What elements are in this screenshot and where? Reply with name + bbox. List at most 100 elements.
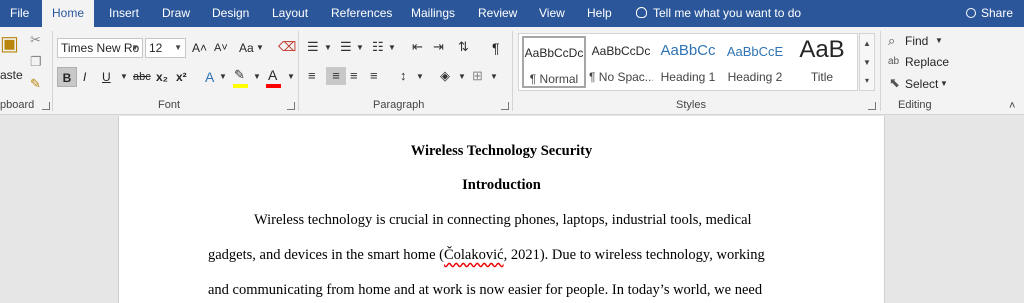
chevron-down-icon[interactable]: ▼ — [388, 39, 396, 57]
paragraph-launcher-icon[interactable] — [501, 102, 509, 110]
bullets-icon[interactable]: ☰ — [307, 38, 319, 56]
style-sample: AaB — [799, 36, 845, 63]
subscript-button[interactable]: x₂ — [156, 67, 168, 87]
chevron-down-icon[interactable]: ▼ — [256, 39, 264, 57]
tab-design[interactable]: Design — [202, 0, 259, 27]
styles-gallery: AaBbCcDc ¶ Normal AaBbCcDc ¶ No Spac... … — [518, 33, 858, 91]
misspelled-word[interactable]: Čolaković — [444, 247, 504, 263]
chevron-down-icon[interactable]: ▼ — [287, 68, 295, 86]
tab-help[interactable]: Help — [577, 0, 622, 27]
style-normal[interactable]: AaBbCcDc ¶ Normal — [522, 36, 586, 88]
chevron-down-icon[interactable]: ▼ — [219, 68, 227, 86]
chevron-down-icon[interactable]: ▼ — [860, 53, 874, 72]
style-heading-1[interactable]: AaBbCc Heading 1 — [656, 36, 720, 88]
superscript-button[interactable]: x² — [176, 67, 187, 87]
styles-gallery-scroll[interactable]: ▲ ▼ ▾ — [859, 33, 875, 91]
person-icon — [966, 8, 976, 18]
replace-button[interactable]: Replace — [905, 52, 949, 72]
underline-button[interactable]: U — [102, 67, 111, 87]
style-heading-2[interactable]: AaBbCcE Heading 2 — [723, 36, 787, 88]
increase-indent-icon[interactable]: ⇥ — [433, 38, 444, 56]
select-button[interactable]: Select — [905, 74, 938, 94]
align-left-icon[interactable]: ≡ — [308, 67, 316, 85]
show-formatting-button[interactable]: ¶ — [492, 38, 500, 58]
line-spacing-icon[interactable]: ↕ — [400, 67, 407, 85]
tab-review[interactable]: Review — [468, 0, 527, 27]
cursor-icon: ⬉ — [889, 75, 900, 90]
paste-icon[interactable]: ▣ — [0, 34, 19, 54]
chevron-down-icon[interactable]: ▼ — [490, 68, 498, 86]
highlight-color-bar — [233, 84, 248, 88]
sort-icon[interactable]: ⇅ — [458, 38, 469, 56]
highlight-icon[interactable]: ✎ — [234, 66, 245, 84]
style-name: Heading 2 — [727, 70, 783, 84]
bold-button[interactable]: B — [57, 67, 77, 87]
paste-button[interactable]: aste — [0, 65, 23, 85]
style-name: Title — [810, 70, 834, 84]
italic-button[interactable]: I — [83, 67, 86, 87]
styles-launcher-icon[interactable] — [868, 102, 876, 110]
text-effects-button[interactable]: A — [205, 67, 214, 87]
section-heading: Introduction — [462, 177, 541, 193]
style-sample: AaBbCcDc — [524, 46, 584, 60]
chevron-down-icon[interactable]: ▼ — [458, 68, 466, 86]
style-no-spacing[interactable]: AaBbCcDc ¶ No Spac... — [589, 36, 653, 88]
style-sample: AaBbCcDc — [591, 44, 651, 58]
font-name-value: Times New Ro — [61, 41, 140, 55]
document-area: Wireless Technology Security Introductio… — [0, 116, 1024, 303]
chevron-down-icon[interactable]: ▼ — [940, 75, 948, 93]
tab-layout[interactable]: Layout — [262, 0, 318, 27]
tab-insert[interactable]: Insert — [99, 0, 149, 27]
ribbon-separator — [298, 31, 299, 111]
chevron-down-icon[interactable]: ▼ — [416, 68, 424, 86]
font-launcher-icon[interactable] — [287, 102, 295, 110]
numbering-icon[interactable]: ☰ — [340, 38, 352, 56]
clipboard-launcher-icon[interactable] — [42, 102, 50, 110]
chevron-up-icon[interactable]: ▲ — [860, 34, 874, 53]
tab-home[interactable]: Home — [42, 0, 95, 28]
font-size-value: 12 — [149, 41, 163, 55]
collapse-ribbon-icon[interactable]: ˄ — [1009, 97, 1015, 115]
tab-file[interactable]: File — [0, 0, 39, 27]
change-case-button[interactable]: Aa — [239, 38, 254, 58]
justify-icon[interactable]: ≡ — [370, 67, 378, 85]
chevron-down-icon[interactable]: ▼ — [356, 39, 364, 57]
tab-draw[interactable]: Draw — [152, 0, 200, 27]
chevron-down-icon[interactable]: ▼ — [253, 68, 261, 86]
chevron-down-icon[interactable]: ▼ — [120, 68, 128, 86]
multilevel-list-icon[interactable]: ☷ — [372, 38, 384, 56]
tab-view[interactable]: View — [529, 0, 575, 27]
clear-formatting-icon[interactable]: ⌫ — [278, 38, 296, 56]
borders-icon[interactable]: ⊞ — [472, 67, 483, 85]
tab-references[interactable]: References — [321, 0, 402, 27]
chevron-down-icon[interactable]: ▼ — [935, 32, 943, 50]
clipboard-group-label: pboard — [0, 99, 35, 111]
font-color-button[interactable]: A — [268, 65, 277, 85]
document-page[interactable]: Wireless Technology Security Introductio… — [118, 116, 885, 303]
decrease-indent-icon[interactable]: ⇤ — [412, 38, 423, 56]
share-button[interactable]: Share — [966, 0, 1013, 27]
shrink-font-button[interactable]: A˅ — [214, 38, 228, 58]
more-styles-icon[interactable]: ▾ — [860, 72, 874, 90]
align-center-icon[interactable]: ≡ — [326, 67, 346, 85]
ribbon-separator — [52, 31, 53, 111]
copy-icon[interactable]: ❐ — [30, 53, 42, 71]
font-name-box[interactable]: Times New Ro ▼ — [57, 38, 143, 58]
tab-mailings[interactable]: Mailings — [401, 0, 465, 27]
cut-icon[interactable]: ✂ — [30, 31, 41, 49]
share-label: Share — [981, 6, 1014, 20]
font-size-box[interactable]: 12 ▼ — [145, 38, 186, 58]
style-title[interactable]: AaB Title — [790, 36, 854, 88]
tell-me-box[interactable]: Tell me what you want to do — [636, 0, 801, 27]
style-name: ¶ No Spac... — [589, 70, 653, 84]
find-button[interactable]: Find — [905, 31, 928, 51]
format-painter-icon[interactable]: ✎ — [30, 75, 41, 93]
paragraph-group-label: Paragraph — [373, 99, 425, 111]
chevron-down-icon[interactable]: ▼ — [324, 39, 332, 57]
body-text: gadgets, and devices in the smart home ( — [208, 247, 444, 263]
shading-icon[interactable]: ◈ — [440, 67, 450, 85]
grow-font-button[interactable]: A˄ — [192, 38, 207, 58]
body-line: and communicating from home and at work … — [208, 282, 763, 298]
strikethrough-button[interactable]: abc — [133, 67, 151, 87]
align-right-icon[interactable]: ≡ — [350, 67, 358, 85]
